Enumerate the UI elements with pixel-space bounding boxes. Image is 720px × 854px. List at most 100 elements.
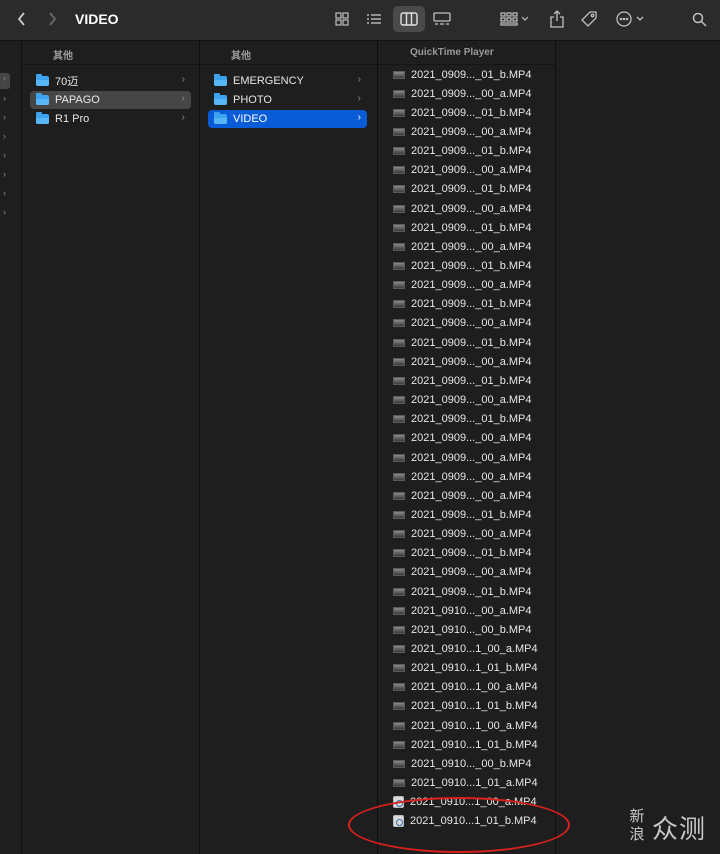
folder-icon bbox=[36, 74, 49, 86]
file-item[interactable]: 2021_0910..._00_b.MP4 bbox=[393, 754, 532, 773]
file-item[interactable]: 2021_0910...1_01_b.MP4 bbox=[393, 697, 538, 716]
folder-label: PHOTO bbox=[233, 94, 272, 106]
file-item[interactable]: 2021_0910...1_01_b.MP4 bbox=[393, 659, 538, 678]
chevron-right-icon: › bbox=[357, 74, 361, 85]
file-item[interactable]: 2021_0909..._00_a.MP4 bbox=[393, 429, 532, 448]
share-button[interactable] bbox=[546, 6, 568, 32]
column-2: 其他 EMERGENCY › PHOTO › VIDEO › bbox=[200, 41, 378, 854]
chevron-right-icon[interactable]: › bbox=[3, 93, 6, 103]
video-thumbnail-icon bbox=[393, 319, 405, 328]
chevron-right-icon: › bbox=[181, 112, 185, 123]
video-thumbnail-icon bbox=[393, 434, 405, 443]
more-icon bbox=[616, 11, 644, 27]
icon-view-button[interactable] bbox=[331, 6, 353, 32]
tag-button[interactable] bbox=[578, 6, 600, 32]
file-item[interactable]: 2021_0909..._00_a.MP4 bbox=[393, 84, 532, 103]
file-item[interactable]: 2021_0909..._00_a.MP4 bbox=[393, 314, 532, 333]
folder-item-70mai[interactable]: 70迈 › bbox=[30, 72, 191, 90]
file-label: 2021_0909..._00_a.MP4 bbox=[411, 317, 532, 330]
file-label: 2021_0910...1_00_a.MP4 bbox=[411, 719, 538, 732]
chevron-right-icon[interactable]: › bbox=[0, 73, 10, 89]
file-item[interactable]: 2021_0909..._00_a.MP4 bbox=[393, 391, 532, 410]
file-item[interactable]: 2021_0910...1_01_b.MP4 bbox=[393, 735, 538, 754]
file-item[interactable]: 2021_0909..._00_a.MP4 bbox=[393, 467, 532, 486]
chevron-right-icon[interactable]: › bbox=[3, 112, 6, 122]
folder-label: VIDEO bbox=[233, 113, 268, 125]
video-thumbnail-icon bbox=[393, 510, 405, 519]
file-item[interactable]: 2021_0909..._01_b.MP4 bbox=[393, 371, 532, 390]
file-label: 2021_0909..._00_a.MP4 bbox=[411, 279, 532, 292]
video-thumbnail-icon bbox=[393, 376, 405, 385]
folder-item-video[interactable]: VIDEO › bbox=[208, 110, 367, 128]
file-label: 2021_0910..._00_b.MP4 bbox=[411, 623, 532, 636]
file-item[interactable]: 2021_0909..._00_a.MP4 bbox=[393, 448, 532, 467]
file-item[interactable]: 2021_0910...1_01_a.MP4 bbox=[393, 774, 538, 793]
file-label: 2021_0910..._00_a.MP4 bbox=[411, 604, 532, 617]
video-thumbnail-icon bbox=[393, 453, 405, 462]
group-button[interactable] bbox=[497, 6, 533, 32]
video-thumbnail-icon bbox=[393, 530, 405, 539]
file-item[interactable]: 2021_0909..._01_b.MP4 bbox=[393, 410, 532, 429]
file-item[interactable]: 2021_0909..._00_a.MP4 bbox=[393, 352, 532, 371]
file-item[interactable]: 2021_0909..._01_b.MP4 bbox=[393, 218, 532, 237]
column-header: 其他 bbox=[22, 41, 199, 65]
chevron-right-icon[interactable]: › bbox=[3, 150, 6, 160]
chevron-right-icon[interactable]: › bbox=[3, 188, 6, 198]
back-button[interactable] bbox=[12, 6, 32, 32]
chevron-right-icon: › bbox=[357, 112, 361, 123]
chevron-right-icon bbox=[49, 12, 57, 26]
file-item[interactable]: 2021_0909..._00_a.MP4 bbox=[393, 276, 532, 295]
folder-item-photo[interactable]: PHOTO › bbox=[208, 91, 367, 109]
file-item[interactable]: 2021_0909..._01_b.MP4 bbox=[393, 65, 532, 84]
folder-item-papago[interactable]: PAPAGO › bbox=[30, 91, 191, 109]
file-item[interactable]: 2021_0909..._00_a.MP4 bbox=[393, 563, 532, 582]
file-label: 2021_0909..._01_b.MP4 bbox=[411, 106, 532, 119]
video-thumbnail-icon bbox=[393, 108, 405, 117]
chevron-right-icon[interactable]: › bbox=[3, 131, 6, 141]
video-thumbnail-icon bbox=[393, 147, 405, 156]
folder-item-emergency[interactable]: EMERGENCY › bbox=[208, 72, 367, 90]
folder-icon bbox=[214, 93, 227, 105]
video-thumbnail-icon bbox=[393, 740, 405, 749]
file-item[interactable]: 2021_0909..._01_b.MP4 bbox=[393, 180, 532, 199]
file-item[interactable]: 2021_0909..._00_a.MP4 bbox=[393, 122, 532, 141]
column-view-button[interactable] bbox=[393, 6, 425, 32]
list-view-button[interactable] bbox=[363, 6, 385, 32]
file-item[interactable]: 2021_0910...1_00_a.MP4 bbox=[393, 716, 538, 735]
file-item[interactable]: 2021_0909..._01_b.MP4 bbox=[393, 333, 532, 352]
video-thumbnail-icon bbox=[393, 281, 405, 290]
file-item[interactable]: 2021_0909..._00_a.MP4 bbox=[393, 525, 532, 544]
file-item[interactable]: 2021_0910..._00_a.MP4 bbox=[393, 601, 532, 620]
file-item[interactable]: 2021_0910..._00_b.MP4 bbox=[393, 620, 532, 639]
file-item[interactable]: 2021_0910...1_00_a.MP4 bbox=[393, 640, 538, 659]
chevron-right-icon[interactable]: › bbox=[3, 169, 6, 179]
watermark: 新浪 众测 bbox=[628, 805, 714, 849]
window-title: VIDEO bbox=[75, 11, 119, 27]
forward-button[interactable] bbox=[42, 6, 62, 32]
file-item[interactable]: 2021_0909..._01_b.MP4 bbox=[393, 103, 532, 122]
folder-label: 70迈 bbox=[55, 76, 79, 88]
file-item[interactable]: 2021_0909..._00_a.MP4 bbox=[393, 161, 532, 180]
annotation-circle bbox=[348, 797, 570, 853]
video-thumbnail-icon bbox=[393, 587, 405, 596]
file-item[interactable]: 2021_0909..._01_b.MP4 bbox=[393, 505, 532, 524]
search-button[interactable] bbox=[688, 6, 710, 32]
folder-item-r1-pro[interactable]: R1 Pro › bbox=[30, 110, 191, 128]
file-item[interactable]: 2021_0910...1_00_a.MP4 bbox=[393, 678, 538, 697]
gallery-view-button[interactable] bbox=[431, 6, 453, 32]
file-item[interactable]: 2021_0909..._00_a.MP4 bbox=[393, 199, 532, 218]
file-item[interactable]: 2021_0909..._01_b.MP4 bbox=[393, 544, 532, 563]
file-label: 2021_0909..._00_a.MP4 bbox=[411, 432, 532, 445]
file-item[interactable]: 2021_0909..._01_b.MP4 bbox=[393, 142, 532, 161]
file-label: 2021_0909..._00_a.MP4 bbox=[411, 202, 532, 215]
toolbar: VIDEO bbox=[0, 0, 720, 41]
file-item[interactable]: 2021_0909..._01_b.MP4 bbox=[393, 257, 532, 276]
file-item[interactable]: 2021_0909..._01_b.MP4 bbox=[393, 295, 532, 314]
file-label: 2021_0909..._00_a.MP4 bbox=[411, 470, 532, 483]
tag-icon bbox=[581, 11, 597, 27]
file-item[interactable]: 2021_0909..._00_a.MP4 bbox=[393, 486, 532, 505]
more-actions-button[interactable] bbox=[614, 6, 648, 32]
file-item[interactable]: 2021_0909..._00_a.MP4 bbox=[393, 237, 532, 256]
file-item[interactable]: 2021_0909..._01_b.MP4 bbox=[393, 582, 532, 601]
chevron-right-icon[interactable]: › bbox=[3, 207, 6, 217]
